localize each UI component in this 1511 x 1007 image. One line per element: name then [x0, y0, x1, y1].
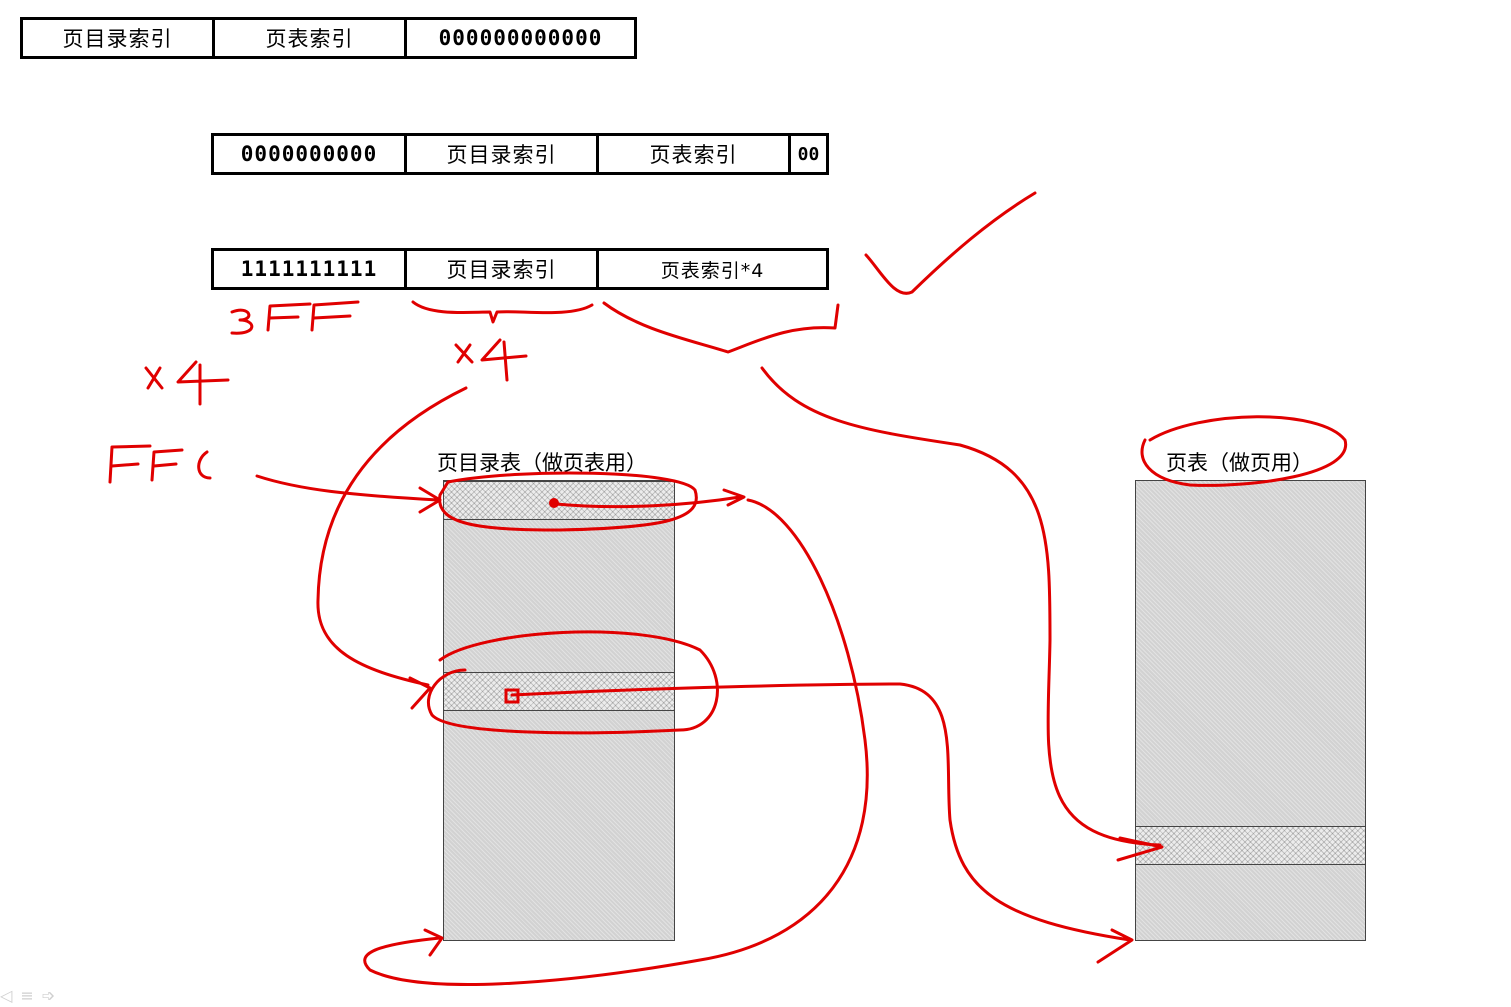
page-directory-title: 页目录表（做页表用） [437, 451, 647, 475]
field-page-table-index-times-4: 页表索引*4 [660, 259, 765, 282]
field-page-directory-index: 页目录索引 [23, 20, 215, 56]
page-directory-entry-top [444, 481, 674, 520]
arrow-pte-to-entry [760, 366, 1164, 862]
pte-address-format: 1111111111 页目录索引 页表索引*4 [211, 248, 829, 290]
label-x4-left [144, 360, 230, 406]
field-page-directory-index: 页目录索引 [407, 251, 599, 287]
menu-icon[interactable]: ≡ [20, 986, 33, 1005]
bracket-pte-field [602, 301, 840, 354]
slide-controls: ◁ ≡ ➩ [0, 986, 55, 1005]
field-offset: 000000000000 [438, 26, 603, 50]
field-zero-bits: 0000000000 [214, 136, 407, 172]
field-one-bits: 1111111111 [214, 251, 407, 287]
prev-icon[interactable]: ◁ [0, 986, 12, 1005]
label-3ff [230, 300, 360, 335]
label-x4-middle [454, 338, 528, 382]
field-page-table-index: 页表索引 [599, 136, 791, 172]
linear-address-format: 页目录索引 页表索引 000000000000 [20, 17, 637, 59]
page-directory-table [443, 480, 675, 941]
page-directory-entry-middle [444, 672, 674, 711]
page-table-title: 页表（做页用） [1166, 451, 1313, 475]
page-table-entry [1136, 826, 1365, 865]
field-page-table-index: 页表索引 [215, 20, 407, 56]
field-page-directory-index: 页目录索引 [407, 136, 599, 172]
pde-address-format: 0000000000 页目录索引 页表索引 00 [211, 133, 829, 175]
label-ffc [108, 444, 212, 484]
next-icon[interactable]: ➩ [42, 986, 55, 1005]
bracket-pde-field [411, 300, 594, 324]
field-low-bits: 00 [797, 143, 820, 165]
checkmark-annotation [864, 191, 1037, 295]
arrow-ffc-to-pde [255, 474, 442, 514]
page-table [1135, 480, 1366, 941]
